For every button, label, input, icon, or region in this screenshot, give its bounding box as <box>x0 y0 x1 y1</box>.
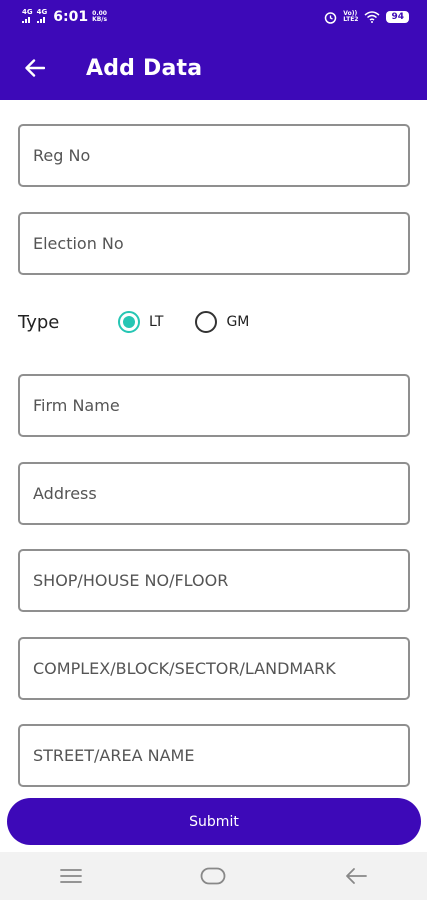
network-indicator-1: 4G <box>22 9 33 25</box>
nav-back-button[interactable] <box>326 852 386 900</box>
radio-label-gm: GM <box>226 314 250 330</box>
page-title: Add Data <box>86 55 203 81</box>
firm-name-field[interactable]: Firm Name <box>18 374 410 437</box>
volte-indicator: Vo)) LTE2 <box>343 11 358 23</box>
status-left: 4G 4G 6:01 0.00 KB/s <box>22 9 107 25</box>
toolbar: Add Data <box>0 48 427 88</box>
shop-house-field[interactable]: SHOP/HOUSE NO/FLOOR <box>18 549 410 612</box>
nav-home-button[interactable] <box>183 852 243 900</box>
election-no-field[interactable]: Election No <box>18 212 410 275</box>
back-icon <box>345 868 367 884</box>
network-speed: 0.00 KB/s <box>92 11 107 23</box>
radio-option-lt[interactable]: LT <box>118 311 163 333</box>
street-field[interactable]: STREET/AREA NAME <box>18 724 410 787</box>
reg-no-field[interactable]: Reg No <box>18 124 410 187</box>
arrow-back-icon <box>25 59 45 77</box>
radio-option-gm[interactable]: GM <box>195 311 249 333</box>
type-selector: Type LT GM <box>18 302 410 342</box>
network-speed-unit: KB/s <box>92 16 108 23</box>
complex-field[interactable]: COMPLEX/BLOCK/SECTOR/LANDMARK <box>18 637 410 700</box>
firm-name-placeholder: Firm Name <box>33 396 120 415</box>
network-label-1: 4G <box>22 8 33 16</box>
street-placeholder: STREET/AREA NAME <box>33 746 195 765</box>
status-right: Vo)) LTE2 94 <box>324 11 409 24</box>
submit-label: Submit <box>189 813 239 830</box>
wifi-icon <box>364 11 380 23</box>
complex-placeholder: COMPLEX/BLOCK/SECTOR/LANDMARK <box>33 659 336 678</box>
radio-checked-icon[interactable] <box>118 311 140 333</box>
type-label: Type <box>18 311 60 333</box>
network-indicator-2: 4G <box>36 8 48 25</box>
address-field[interactable]: Address <box>18 462 410 525</box>
back-button[interactable] <box>15 48 55 88</box>
status-bar: 4G 4G 6:01 0.00 KB/s Vo)) LTE2 94 <box>0 0 427 34</box>
election-no-placeholder: Election No <box>33 234 124 253</box>
signal-bars-icon <box>22 17 30 23</box>
system-nav-bar <box>0 852 427 900</box>
battery-indicator: 94 <box>386 11 409 23</box>
radio-label-lt: LT <box>149 314 164 330</box>
app-bar: 4G 4G 6:01 0.00 KB/s Vo)) LTE2 94 Add Da… <box>0 0 427 100</box>
network-label-2: 4G <box>36 8 48 16</box>
address-placeholder: Address <box>33 484 97 503</box>
volte-bottom: LTE2 <box>343 16 359 23</box>
signal-bars-icon <box>36 17 45 23</box>
nav-menu-button[interactable] <box>41 852 101 900</box>
shop-house-placeholder: SHOP/HOUSE NO/FLOOR <box>33 571 229 590</box>
reg-no-placeholder: Reg No <box>33 146 91 165</box>
alarm-icon <box>325 11 337 24</box>
submit-button[interactable]: Submit <box>7 798 421 845</box>
menu-icon <box>60 869 83 883</box>
status-time: 6:01 <box>53 9 89 25</box>
radio-unchecked-icon[interactable] <box>195 311 218 333</box>
home-icon <box>201 867 226 885</box>
